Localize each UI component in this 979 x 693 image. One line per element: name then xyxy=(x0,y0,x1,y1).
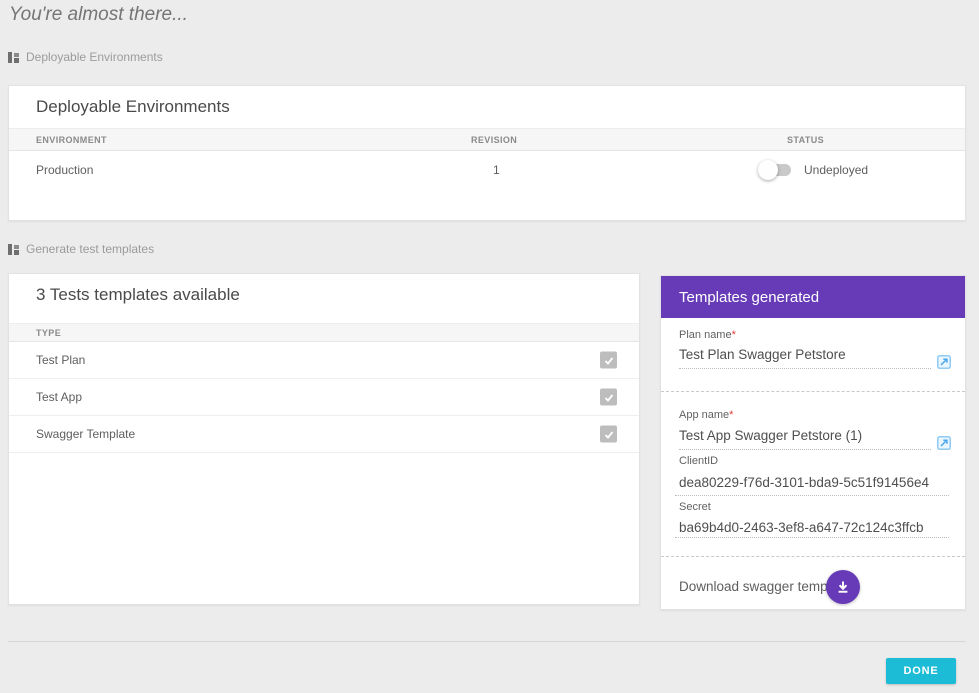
checkmark-icon xyxy=(603,354,615,366)
section-label-text: Deployable Environments xyxy=(26,50,163,64)
app-name-label: App name* xyxy=(679,409,733,421)
table-row-swagger-template: Swagger Template xyxy=(9,416,639,453)
table-row: Production 1 Undeployed xyxy=(9,151,965,188)
dashed-divider xyxy=(661,391,965,392)
required-asterisk: * xyxy=(732,329,736,341)
grid-icon xyxy=(8,52,19,63)
field-underline xyxy=(675,537,949,538)
client-id-value: dea80229-f76d-3101-bda9-5c51f91456e4 xyxy=(679,475,929,490)
checkbox-checked[interactable] xyxy=(600,352,617,369)
app-name-field[interactable]: Test App Swagger Petstore (1) xyxy=(679,428,862,443)
download-button[interactable] xyxy=(826,570,860,604)
checkbox-checked[interactable] xyxy=(600,426,617,443)
template-type-label: Test Plan xyxy=(36,353,85,367)
secret-value: ba69b4d0-2463-3ef8-a647-72c124c3ffcb xyxy=(679,520,923,535)
deployable-environments-card: Deployable Environments ENVIRONMENT REVI… xyxy=(8,85,966,221)
field-underline xyxy=(679,449,931,450)
done-button[interactable]: DONE xyxy=(886,658,956,684)
environment-name: Production xyxy=(36,163,93,177)
template-type-label: Swagger Template xyxy=(36,427,135,441)
table-header: ENVIRONMENT REVISION STATUS xyxy=(9,128,965,151)
templates-generated-header: Templates generated xyxy=(661,276,965,318)
section-label-generate-test-templates: Generate test templates xyxy=(8,242,154,256)
column-header-status: STATUS xyxy=(787,135,824,145)
plan-name-label: Plan name* xyxy=(679,329,736,341)
deploy-toggle[interactable] xyxy=(758,160,792,180)
revision-value: 1 xyxy=(493,163,500,177)
template-type-label: Test App xyxy=(36,390,82,404)
checkmark-icon xyxy=(603,428,615,440)
edit-app-name-icon[interactable] xyxy=(937,436,951,450)
header-title: Templates generated xyxy=(679,289,819,306)
section-label-deployable-environments: Deployable Environments xyxy=(8,50,163,64)
templates-generated-card: Templates generated Plan name* Test Plan… xyxy=(660,275,966,610)
plan-name-field[interactable]: Test Plan Swagger Petstore xyxy=(679,347,846,362)
secret-label: Secret xyxy=(679,501,711,513)
table-row-test-app: Test App xyxy=(9,379,639,416)
download-swagger-template-label: Download swagger template xyxy=(679,579,849,594)
page-title: You're almost there... xyxy=(9,4,188,26)
status-label: Undeployed xyxy=(804,163,868,177)
table-row-test-plan: Test Plan xyxy=(9,342,639,379)
toggle-knob xyxy=(758,160,778,180)
table-header: TYPE xyxy=(9,323,639,342)
card-title: 3 Tests templates available xyxy=(36,285,240,305)
column-header-environment: ENVIRONMENT xyxy=(36,135,107,145)
download-icon xyxy=(836,580,850,594)
edit-plan-name-icon[interactable] xyxy=(937,355,951,369)
field-underline xyxy=(679,368,931,369)
column-header-revision: REVISION xyxy=(471,135,517,145)
test-templates-card: 3 Tests templates available TYPE Test Pl… xyxy=(8,273,640,605)
checkmark-icon xyxy=(603,391,615,403)
checkbox-checked[interactable] xyxy=(600,389,617,406)
section-label-text: Generate test templates xyxy=(26,242,154,256)
footer-divider xyxy=(8,641,966,642)
required-asterisk: * xyxy=(729,409,733,421)
dashed-divider xyxy=(661,556,965,557)
page: You're almost there... Deployable Enviro… xyxy=(0,0,979,693)
card-title: Deployable Environments xyxy=(36,97,230,117)
field-underline xyxy=(675,495,949,496)
client-id-label: ClientID xyxy=(679,455,718,467)
column-header-type: TYPE xyxy=(36,328,61,338)
grid-icon xyxy=(8,244,19,255)
